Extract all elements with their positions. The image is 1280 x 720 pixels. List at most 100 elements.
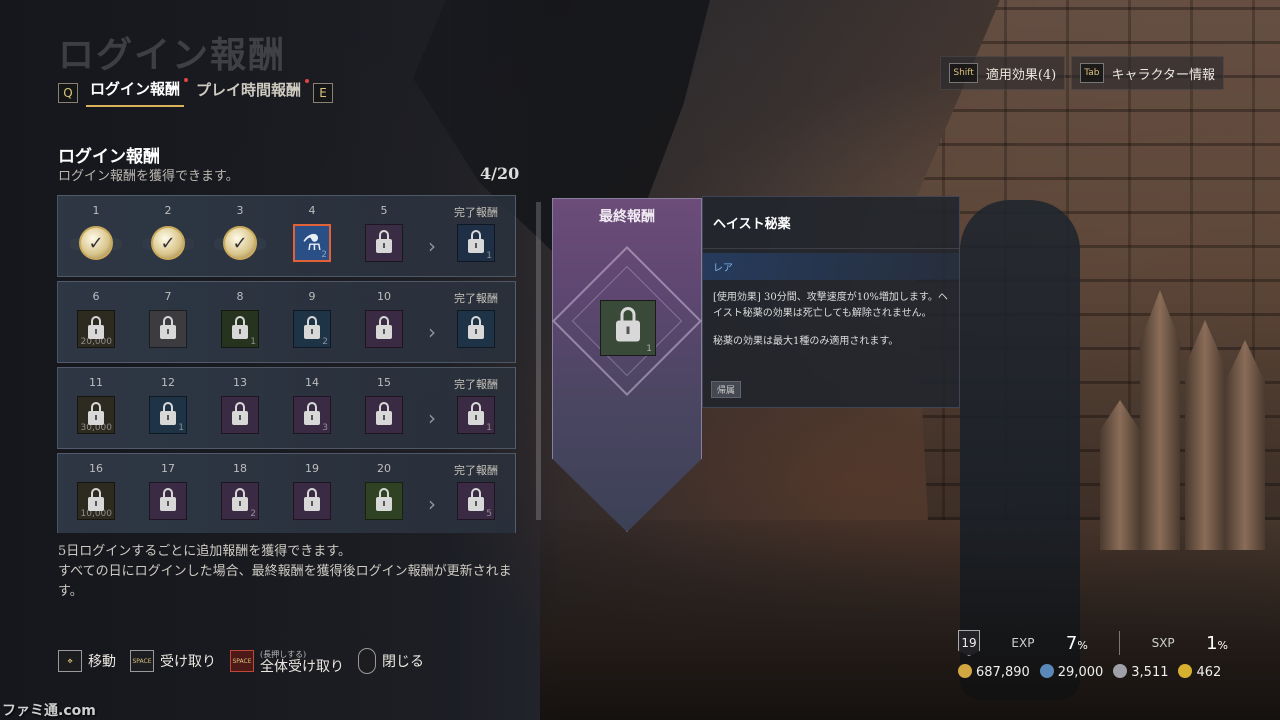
tab-login-reward[interactable]: ログイン報酬	[86, 78, 189, 107]
reward-qty: 1	[486, 251, 492, 261]
currency-sun: 462	[1178, 664, 1221, 680]
receive-label: 受け取り	[160, 654, 216, 670]
move-hint[interactable]: ✥ 移動	[58, 650, 116, 672]
locked-reward-icon: 1	[457, 396, 495, 434]
day-number: 7	[164, 290, 172, 303]
reward-qty: 5	[486, 509, 492, 519]
reward-day-cell[interactable]: 4 ⚗ 2	[282, 196, 342, 276]
chevron-right-icon: ›	[428, 406, 436, 430]
reward-day-cell[interactable]: 19	[282, 454, 342, 533]
locked-reward-icon: 1	[149, 396, 187, 434]
reward-day-cell[interactable]: 7	[138, 282, 198, 362]
locked-reward-icon	[149, 482, 187, 520]
shift-key-icon: Shift	[949, 63, 978, 83]
reward-day-cell[interactable]: 16 10,000	[66, 454, 126, 533]
complete-reward-cell[interactable]: 完了報酬	[446, 282, 506, 362]
day-number: 2	[164, 204, 172, 217]
divider	[1119, 631, 1121, 655]
lock-icon	[376, 402, 392, 425]
complete-reward-label: 完了報酬	[454, 292, 498, 305]
checkmark-icon: ✓	[223, 226, 257, 260]
reward-qty: 1	[486, 423, 492, 433]
tab-playtime-reward[interactable]: プレイ時間報酬	[192, 79, 310, 106]
item-description: [使用効果] 30分間、攻撃速度が10%増加します。ヘイスト秘薬の効果は死亡して…	[703, 280, 959, 360]
claimed-check-icon: ✓	[214, 220, 266, 266]
item-effect: [使用効果] 30分間、攻撃速度が10%増加します。ヘイスト秘薬の効果は死亡して…	[713, 292, 948, 319]
reward-day-cell[interactable]: 81	[210, 282, 270, 362]
tab-label: プレイ時間報酬	[196, 81, 302, 99]
complete-reward-label: 完了報酬	[454, 206, 498, 219]
reward-day-cell[interactable]: 5	[354, 196, 414, 276]
key-hints: ✥ 移動 SPACE 受け取り SPACE (長押しする) 全体受け取り 閉じる	[58, 648, 424, 674]
percent-sign: %	[1077, 638, 1088, 652]
reward-day-cell[interactable]: 20	[354, 454, 414, 533]
notification-dot	[305, 79, 310, 83]
reward-day-cell[interactable]: 2 ✓	[138, 196, 198, 276]
final-reward-chest-icon[interactable]: 1	[600, 300, 656, 356]
receive-button[interactable]: SPACE 受け取り	[130, 650, 216, 672]
close-button[interactable]: 閉じる	[358, 648, 424, 674]
lock-icon	[304, 488, 320, 511]
day-number: 1	[92, 204, 100, 217]
day-number: 13	[233, 376, 247, 389]
final-reward-banner[interactable]: 最終報酬 1	[552, 198, 702, 532]
ore-icon	[1113, 664, 1128, 678]
checkmark-icon: ✓	[151, 226, 185, 260]
complete-reward-cell[interactable]: 完了報酬 1	[446, 368, 506, 448]
lock-icon	[376, 316, 392, 339]
receive-all-button[interactable]: SPACE (長押しする) 全体受け取り	[230, 649, 344, 674]
reward-day-cell[interactable]: 10	[354, 282, 414, 362]
section-title: ログイン報酬	[58, 147, 160, 167]
item-rarity: レア	[703, 253, 959, 280]
reward-day-cell[interactable]: 1 ✓	[66, 196, 126, 276]
lock-icon	[616, 307, 640, 342]
player-status: 19 EXP 7% SXP 1% 687,890 29,000 3,511 46…	[958, 630, 1228, 680]
day-number: 17	[161, 462, 175, 475]
character-info-button[interactable]: Tab キャラクター情報	[1071, 56, 1224, 90]
day-number: 4	[308, 204, 316, 217]
reward-day-cell[interactable]: 18 2	[210, 454, 270, 533]
locked-reward-icon	[365, 396, 403, 434]
lock-icon	[160, 316, 176, 339]
reward-qty: 20,000	[80, 337, 113, 347]
space-key-icon: SPACE	[130, 650, 154, 672]
tab-bar: Q ログイン報酬 プレイ時間報酬 E	[58, 78, 334, 107]
locked-reward-icon	[365, 224, 403, 262]
day-number: 16	[89, 462, 103, 475]
chevron-right-icon: ›	[428, 234, 436, 258]
complete-reward-cell[interactable]: 完了報酬 1	[446, 196, 506, 276]
lock-icon	[468, 316, 484, 339]
selected-reward-icon: ⚗ 2	[293, 224, 331, 262]
reward-day-cell[interactable]: 14 3	[282, 368, 342, 448]
reward-qty: 10,000	[80, 509, 113, 519]
day-number: 11	[89, 376, 103, 389]
lock-icon	[468, 402, 484, 425]
reward-day-cell[interactable]: 17	[138, 454, 198, 533]
reward-day-cell[interactable]: 13	[210, 368, 270, 448]
reward-day-cell[interactable]: 15	[354, 368, 414, 448]
currency-ore: 3,511	[1113, 664, 1168, 680]
locked-reward-icon: 1	[221, 310, 259, 348]
complete-reward-cell[interactable]: 完了報酬 5	[446, 454, 506, 533]
day-number: 14	[305, 376, 319, 389]
reward-day-cell[interactable]: 11 30,000	[66, 368, 126, 448]
reward-day-cell[interactable]: 6 20,000	[66, 282, 126, 362]
ore-amount: 3,511	[1131, 665, 1169, 680]
lock-icon	[376, 230, 392, 253]
reward-day-cell[interactable]: 12 1	[138, 368, 198, 448]
potion-icon: ⚗	[302, 230, 322, 256]
percent-sign: %	[1217, 638, 1228, 652]
tab-prev-key[interactable]: Q	[58, 82, 78, 103]
item-name: ヘイスト秘薬	[703, 197, 959, 249]
tab-next-key[interactable]: E	[313, 82, 334, 103]
locked-reward-icon: 1	[457, 224, 495, 262]
reward-day-cell[interactable]: 3 ✓	[210, 196, 270, 276]
item-note: 秘薬の効果は最大1種のみ適用されます。	[713, 336, 899, 347]
scrollbar[interactable]	[536, 202, 541, 520]
locked-reward-icon: 5	[457, 482, 495, 520]
reward-qty: 1	[250, 337, 256, 347]
applied-effects-button[interactable]: Shift 適用効果(4)	[940, 56, 1066, 90]
reward-day-cell[interactable]: 92	[282, 282, 342, 362]
dpad-icon: ✥	[58, 650, 82, 672]
reward-row: 1 ✓ 2 ✓ 3 ✓ 4 ⚗ 2 5 › 完了報酬 1	[57, 195, 516, 277]
